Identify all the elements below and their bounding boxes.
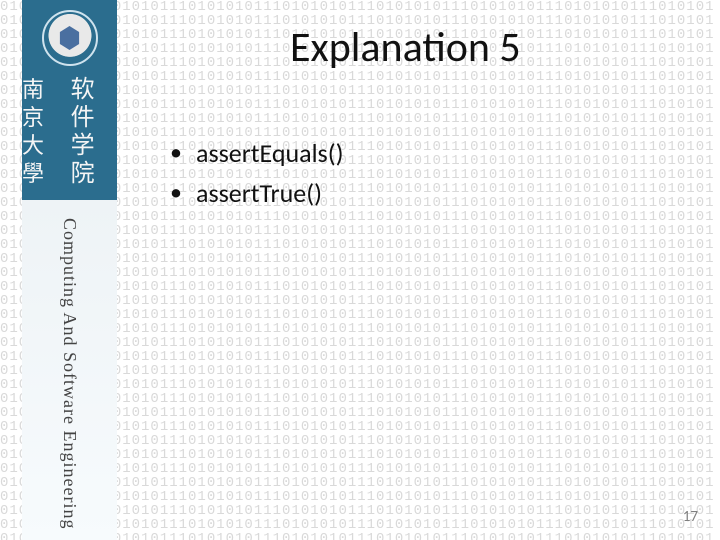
chinese-university-name: 南京大學 [22, 76, 65, 188]
bullet-item: assertEquals() [170, 133, 720, 173]
bullet-list: assertEquals() assertTrue() [170, 133, 720, 213]
slide-title: Explanation 5 [290, 22, 720, 73]
university-crest-icon [42, 10, 98, 66]
content-area: Explanation 5 assertEquals() assertTrue(… [140, 0, 720, 540]
sidebar-logo-block: 南京大學 软件学院 [22, 0, 117, 200]
slide: 0101010111010101011101010101110101010111… [0, 0, 720, 540]
chinese-school-name: 软件学院 [71, 76, 117, 188]
english-department-name: Computing And Software Engineering [59, 218, 80, 529]
sidebar-chinese-text: 南京大學 软件学院 [22, 76, 117, 188]
sidebar: 南京大學 软件学院 Computing And Software Enginee… [22, 0, 117, 540]
bullet-item: assertTrue() [170, 173, 720, 213]
page-number: 17 [683, 508, 698, 526]
sidebar-english-block: Computing And Software Engineering [22, 200, 117, 540]
